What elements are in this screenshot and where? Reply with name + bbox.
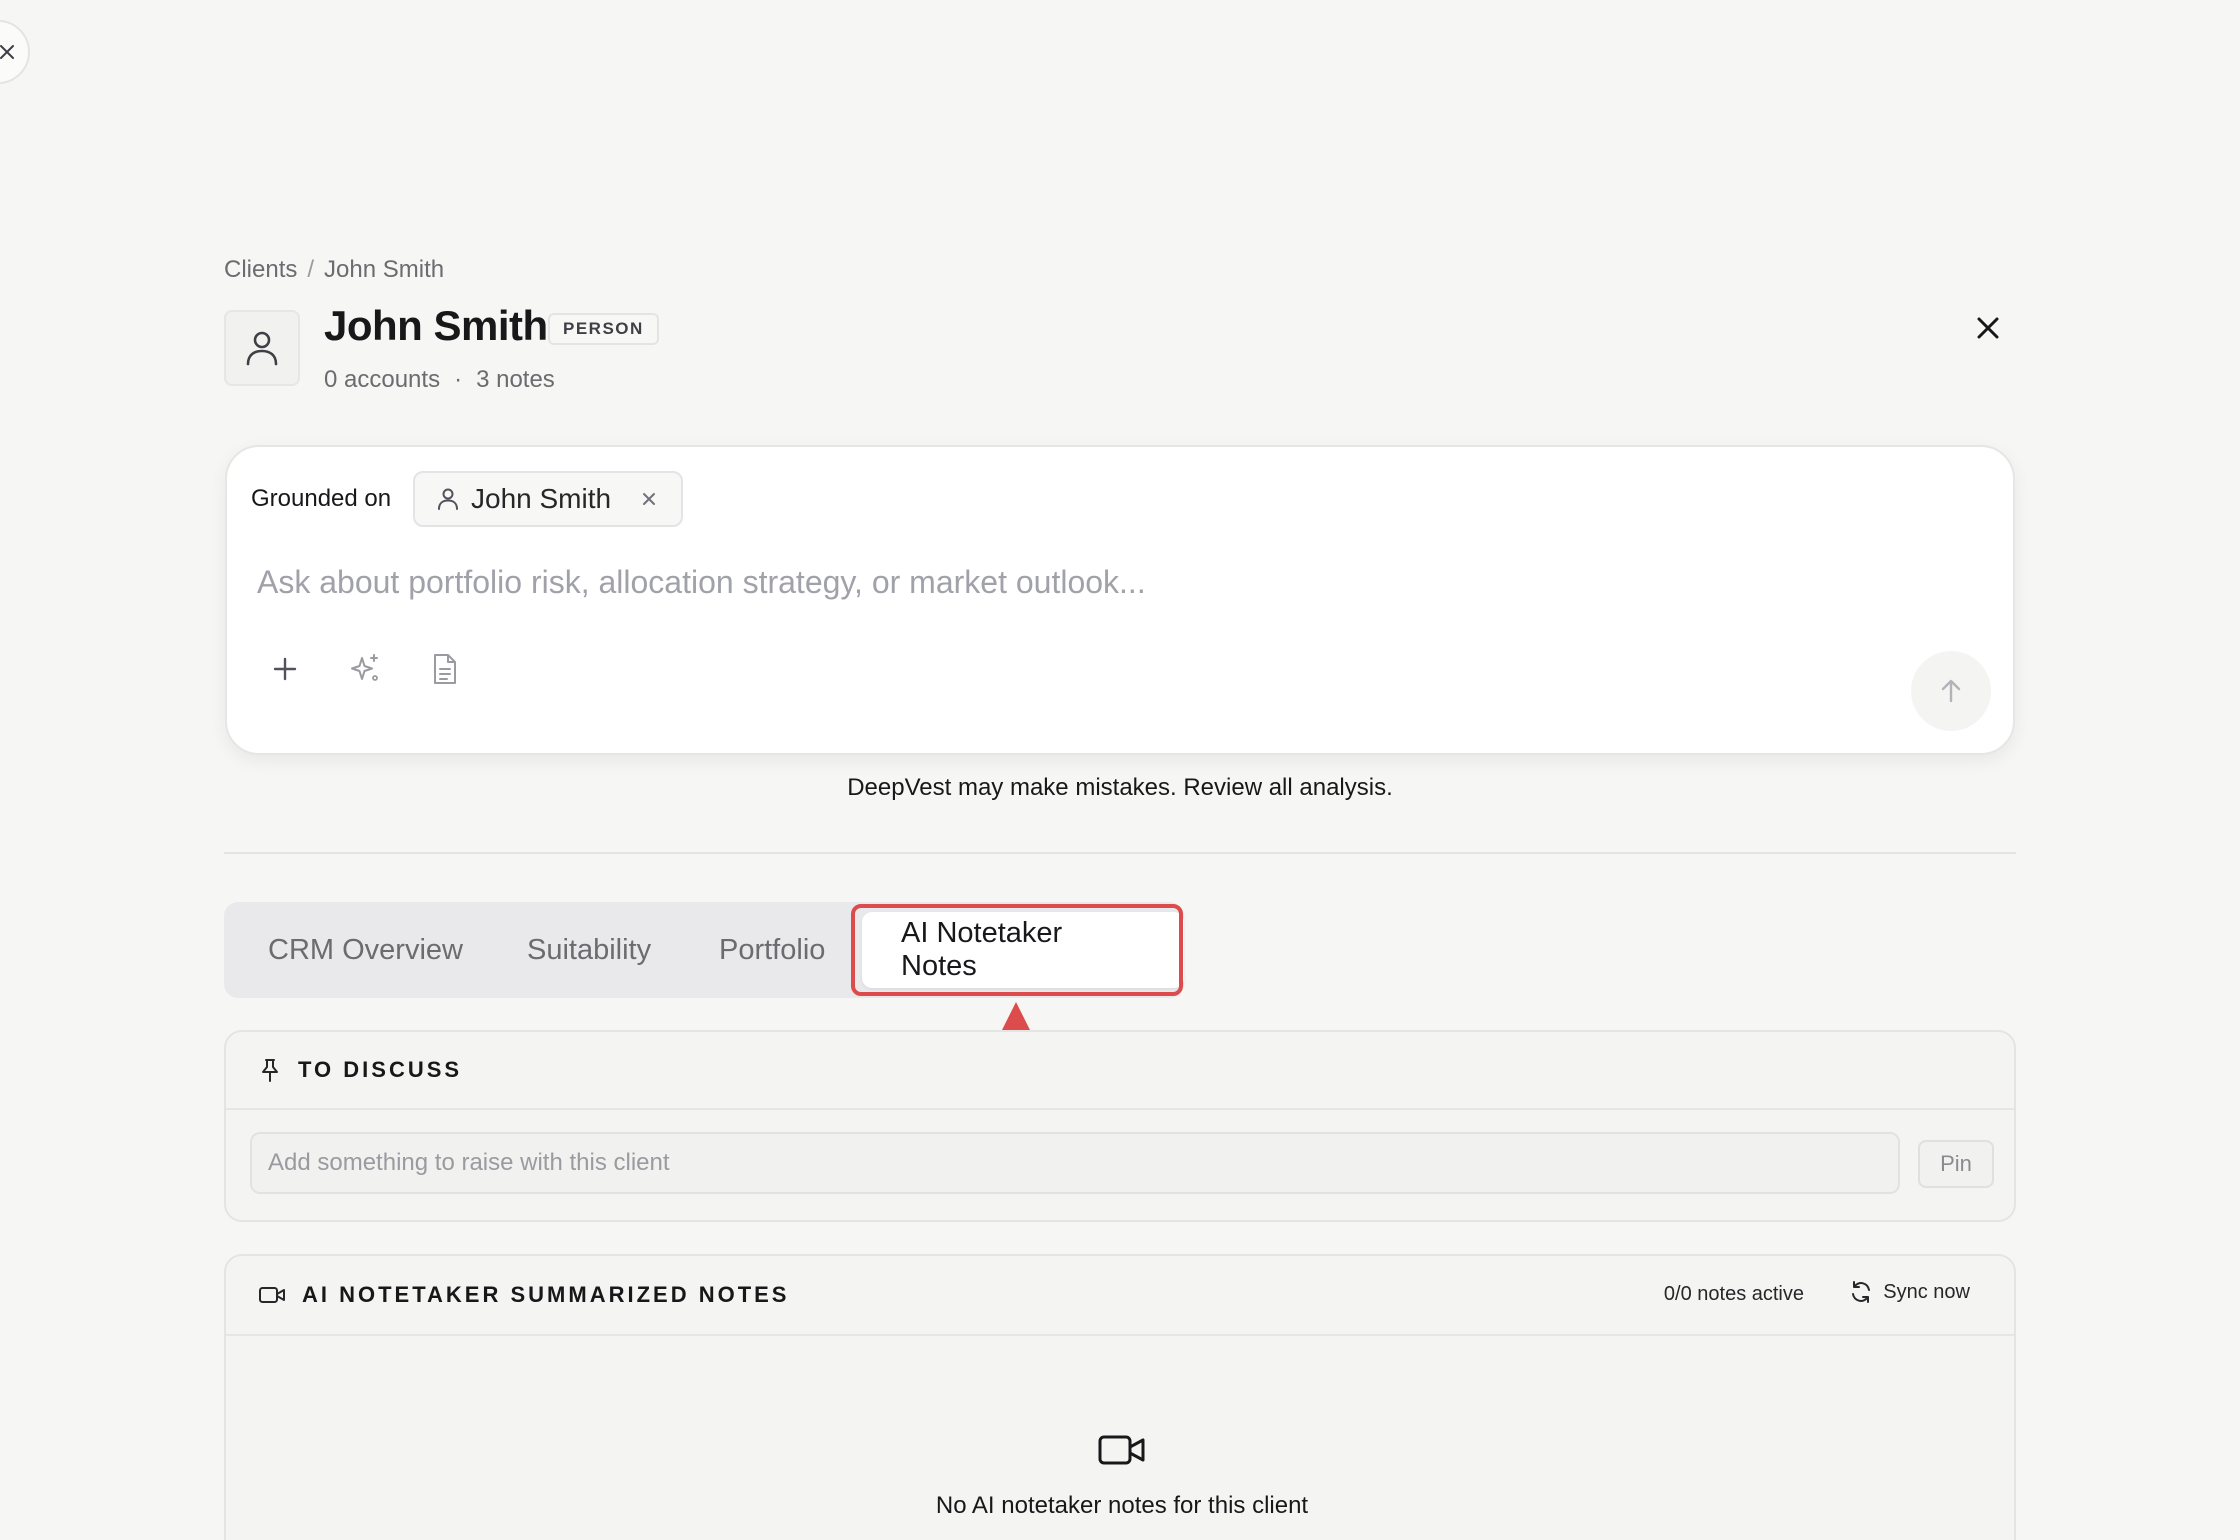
add-attachment-button[interactable] bbox=[263, 647, 307, 691]
notes-active-count: 0/0 notes active bbox=[1663, 1283, 1804, 1305]
breadcrumb-clients[interactable]: Clients bbox=[224, 256, 297, 284]
tab-highlight-box bbox=[851, 904, 1183, 996]
chat-input[interactable] bbox=[257, 557, 1957, 607]
close-icon bbox=[0, 45, 14, 59]
plus-icon bbox=[273, 657, 297, 681]
ai-prompts-button[interactable] bbox=[343, 647, 387, 691]
tab-portfolio[interactable]: Portfolio bbox=[719, 902, 825, 998]
refresh-icon bbox=[1852, 1281, 1871, 1303]
grounded-client-chip[interactable]: John Smith bbox=[413, 471, 684, 527]
empty-state-text: No AI notetaker notes for this client bbox=[935, 1492, 1309, 1519]
close-client-button[interactable] bbox=[1970, 310, 2006, 346]
disclaimer-text: DeepVest may make mistakes. Review all a… bbox=[847, 774, 1393, 801]
sync-now-label: Sync now bbox=[1883, 1280, 1970, 1303]
breadcrumb-separator: / bbox=[307, 256, 315, 283]
ai-notes-title: AI NOTETAKER SUMMARIZED NOTES bbox=[302, 1282, 790, 1307]
chat-composer: Grounded on John Smith bbox=[225, 445, 2015, 755]
attach-document-button[interactable] bbox=[423, 647, 467, 691]
sparkles-icon bbox=[351, 654, 378, 681]
back-button[interactable] bbox=[0, 20, 30, 84]
tab-suitability[interactable]: Suitability bbox=[527, 902, 651, 998]
app-root: Clients / John Smith John Smith PERSON 0… bbox=[0, 0, 2240, 1540]
user-icon bbox=[246, 331, 278, 366]
grounded-chip-label: John Smith bbox=[471, 483, 612, 514]
ai-notes-header: AI NOTETAKER SUMMARIZED NOTES 0/0 notes … bbox=[226, 1256, 2014, 1336]
breadcrumb-current: John Smith bbox=[324, 256, 445, 283]
client-type-badge: PERSON bbox=[548, 313, 659, 345]
discuss-input[interactable] bbox=[250, 1132, 1900, 1194]
user-icon bbox=[438, 488, 458, 510]
grounded-label: Grounded on bbox=[251, 485, 392, 512]
to-discuss-title: TO DISCUSS bbox=[298, 1057, 463, 1082]
document-icon bbox=[434, 654, 456, 684]
accounts-count: 0 accounts bbox=[324, 366, 441, 393]
notes-count: 3 notes bbox=[476, 366, 555, 393]
video-icon bbox=[1098, 1435, 1145, 1465]
arrow-up-icon bbox=[1941, 679, 1961, 703]
remove-chip-button[interactable] bbox=[641, 491, 657, 507]
close-icon bbox=[1977, 317, 1999, 339]
avatar bbox=[224, 310, 300, 386]
page-title: John Smith bbox=[324, 302, 548, 349]
ai-notes-card: AI NOTETAKER SUMMARIZED NOTES 0/0 notes … bbox=[224, 1254, 2016, 1540]
to-discuss-card: TO DISCUSS Pin bbox=[224, 1030, 2016, 1222]
tab-crm-overview[interactable]: CRM Overview bbox=[268, 902, 463, 998]
client-meta: 0 accounts · 3 notes bbox=[324, 366, 555, 394]
close-icon bbox=[643, 493, 656, 505]
send-button[interactable] bbox=[1911, 651, 1991, 731]
sync-now-button[interactable]: Sync now bbox=[1849, 1280, 1970, 1304]
to-discuss-header: TO DISCUSS bbox=[226, 1032, 2014, 1110]
video-icon bbox=[259, 1287, 285, 1303]
breadcrumb: Clients / John Smith bbox=[224, 256, 444, 284]
section-divider bbox=[224, 852, 2016, 854]
pin-button[interactable]: Pin bbox=[1918, 1140, 1994, 1188]
meta-separator: · bbox=[454, 366, 463, 393]
pin-icon bbox=[262, 1059, 278, 1082]
